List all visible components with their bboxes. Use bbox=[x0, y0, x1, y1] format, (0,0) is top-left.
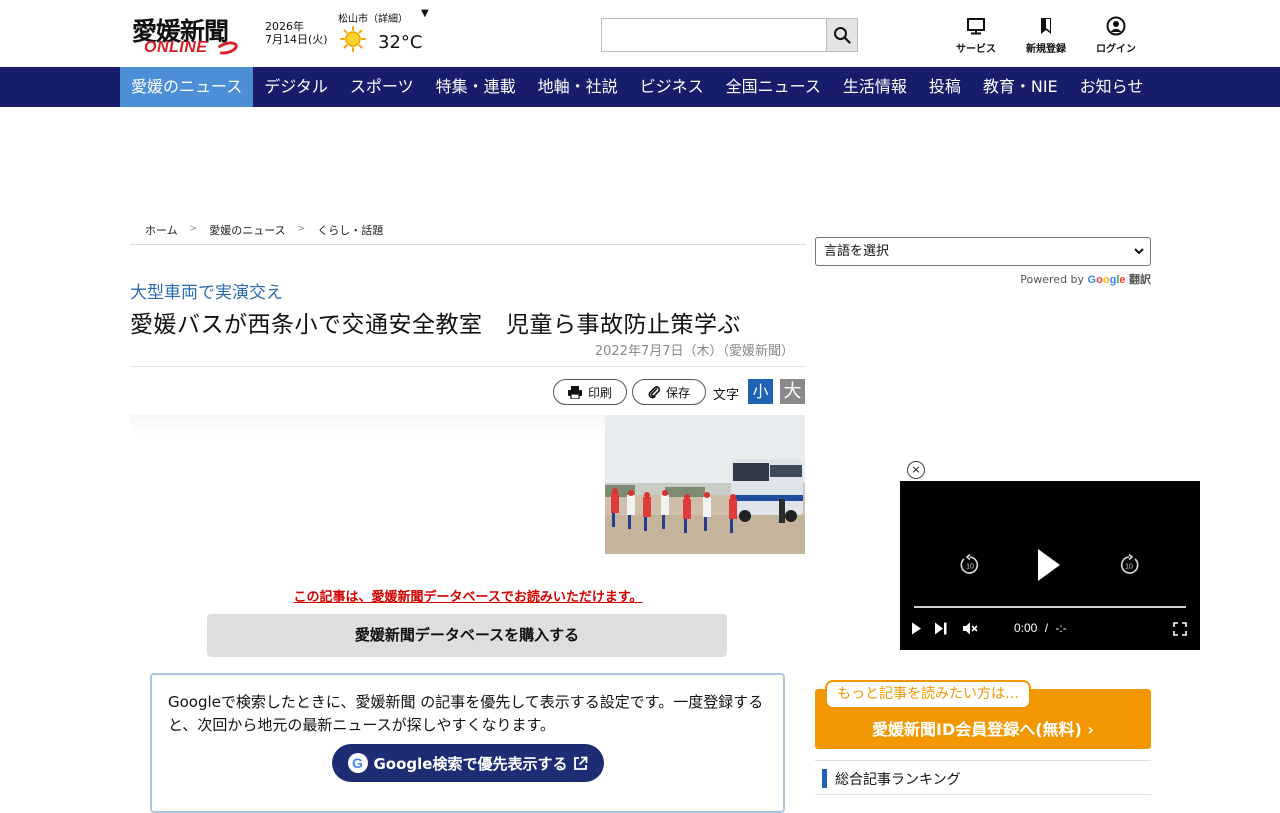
service-button[interactable]: サービス bbox=[941, 15, 1011, 55]
google-preferred-button[interactable]: G Google検索で優先表示する bbox=[332, 744, 604, 782]
breadcrumb: ホーム > 愛媛のニュース > くらし・話題 bbox=[130, 222, 806, 245]
play-icon[interactable] bbox=[1036, 548, 1062, 582]
paperclip-icon bbox=[648, 386, 660, 399]
nav-item-features[interactable]: 特集・連載 bbox=[425, 67, 527, 107]
nav-item-national-news[interactable]: 全国ニュース bbox=[715, 67, 832, 107]
date-day: 7月14日(火) bbox=[265, 33, 328, 46]
nav-item-digital[interactable]: デジタル bbox=[253, 67, 339, 107]
google-preferred-source-box: Googleで検索したときに、愛媛新聞 の記事を優先して表示する設定です。一度登… bbox=[150, 673, 785, 813]
current-date: 2026年 7月14日(火) bbox=[265, 20, 328, 46]
video-close-button[interactable]: × bbox=[907, 461, 925, 479]
video-player[interactable]: 10 10 0:00 / -:- bbox=[900, 481, 1200, 650]
google-letter: o bbox=[1096, 274, 1103, 286]
ranking-header: 総合記事ランキング bbox=[815, 760, 1151, 795]
nav-item-sports[interactable]: スポーツ bbox=[339, 67, 425, 107]
nav-item-editorials[interactable]: 地軸・社説 bbox=[527, 67, 629, 107]
nav-item-submissions[interactable]: 投稿 bbox=[918, 67, 972, 107]
translate-label[interactable]: 翻訳 bbox=[1129, 273, 1151, 286]
google-preferred-text: Googleで検索したときに、愛媛新聞 の記事を優先して表示する設定です。一度登… bbox=[168, 693, 764, 734]
google-g-icon: G bbox=[347, 753, 368, 773]
breadcrumb-separator: > bbox=[297, 224, 306, 234]
print-button[interactable]: 印刷 bbox=[553, 379, 627, 405]
temperature: 32°C bbox=[378, 32, 423, 53]
printer-icon bbox=[567, 385, 582, 399]
forward-10-label: 10 bbox=[1125, 564, 1133, 571]
save-label: 保存 bbox=[665, 385, 690, 400]
chevron-down-icon bbox=[1134, 248, 1144, 255]
main-nav: 愛媛のニュース デジタル スポーツ 特集・連載 地軸・社説 ビジネス 全国ニュー… bbox=[0, 67, 1280, 107]
register-label: 新規登録 bbox=[1026, 44, 1066, 55]
powered-by-label: Powered by bbox=[1020, 273, 1085, 286]
language-select-value: 言語を選択 bbox=[824, 244, 890, 259]
article-subtitle: 大型車両で実演交え bbox=[130, 283, 283, 303]
article-fade bbox=[130, 415, 605, 435]
nav-item-notices[interactable]: お知らせ bbox=[1069, 67, 1155, 107]
language-select[interactable]: 言語を選択 bbox=[815, 237, 1151, 266]
breadcrumb-home[interactable]: ホーム bbox=[130, 222, 178, 244]
nav-item-education[interactable]: 教育・NIE bbox=[972, 67, 1069, 107]
breadcrumb-lifestyle[interactable]: くらし・話題 bbox=[305, 222, 383, 244]
google-letter: G bbox=[1087, 274, 1097, 286]
article-divider bbox=[130, 366, 806, 367]
weather-city-link[interactable]: 松山市（詳細） bbox=[338, 10, 408, 25]
search-button[interactable] bbox=[826, 18, 858, 52]
site-logo[interactable]: 愛媛新聞 ONLINE bbox=[132, 12, 252, 58]
member-promo-bubble: もっと記事を読みたい方は… bbox=[825, 680, 1031, 709]
member-register-label: 愛媛新聞ID会員登録へ(無料) › bbox=[871, 720, 1095, 739]
replay-10-icon[interactable]: 10 bbox=[959, 554, 981, 576]
weather-caret-icon[interactable]: ▼ bbox=[421, 8, 429, 19]
logo-text-online: ONLINE bbox=[144, 39, 208, 56]
service-label: サービス bbox=[956, 44, 996, 55]
video-time-current: 0:00 bbox=[1014, 621, 1038, 635]
article-photo[interactable] bbox=[605, 415, 805, 554]
search-icon bbox=[834, 27, 851, 44]
forward-10-icon[interactable]: 10 bbox=[1118, 554, 1140, 576]
font-size-small-button[interactable]: 小 bbox=[748, 379, 773, 404]
site-header: 愛媛新聞 ONLINE 2026年 7月14日(火) 松山市（詳細） ▼ 32°… bbox=[0, 0, 1280, 67]
breadcrumb-ehime-news[interactable]: 愛媛のニュース bbox=[197, 222, 285, 244]
video-progress-bar[interactable] bbox=[914, 606, 1186, 608]
google-preferred-label: Google検索で優先表示する bbox=[373, 754, 568, 773]
external-link-icon bbox=[574, 756, 588, 770]
login-label: ログイン bbox=[1096, 44, 1136, 55]
fullscreen-icon[interactable] bbox=[1173, 622, 1187, 636]
ranking-title: 総合記事ランキング bbox=[835, 772, 961, 788]
search-input[interactable] bbox=[601, 18, 827, 52]
database-purchase-button[interactable]: 愛媛新聞データベースを購入する bbox=[207, 614, 727, 657]
nav-item-life-info[interactable]: 生活情報 bbox=[832, 67, 918, 107]
login-icon bbox=[1106, 16, 1126, 36]
font-size-label: 文字 bbox=[713, 388, 740, 403]
database-notice-link[interactable]: この記事は、愛媛新聞データベースでお読みいただけます。 bbox=[130, 586, 806, 605]
google-letter: o bbox=[1102, 274, 1110, 286]
login-button[interactable]: ログイン bbox=[1081, 15, 1151, 55]
register-button[interactable]: 新規登録 bbox=[1011, 15, 1081, 55]
breadcrumb-separator: > bbox=[189, 224, 198, 234]
mute-icon[interactable] bbox=[962, 621, 978, 636]
nav-item-ehime-news[interactable]: 愛媛のニュース bbox=[120, 67, 254, 107]
replay-10-label: 10 bbox=[966, 564, 974, 571]
date-year: 2026年 bbox=[265, 20, 304, 33]
print-label: 印刷 bbox=[587, 385, 612, 400]
play-small-icon[interactable] bbox=[911, 622, 922, 635]
service-icon bbox=[967, 18, 985, 35]
video-time-total: -:- bbox=[1055, 621, 1067, 635]
powered-by-google-translate: Powered by Google 翻訳 bbox=[900, 271, 1151, 287]
video-time: 0:00 / -:- bbox=[1014, 621, 1067, 635]
save-button[interactable]: 保存 bbox=[632, 379, 706, 405]
article-title: 愛媛バスが西条小で交通安全教室 児童ら事故防止策学ぶ bbox=[130, 312, 741, 338]
google-letter: e bbox=[1119, 274, 1126, 286]
nav-item-business[interactable]: ビジネス bbox=[629, 67, 715, 107]
google-wordmark: Google bbox=[1088, 274, 1126, 286]
next-icon[interactable] bbox=[934, 622, 948, 635]
video-time-separator: / bbox=[1044, 621, 1049, 635]
article-date: 2022年7月7日（木）（愛媛新聞） bbox=[594, 344, 794, 359]
font-size-large-button[interactable]: 大 bbox=[780, 379, 805, 404]
ranking-marker bbox=[822, 769, 827, 788]
register-icon bbox=[1041, 18, 1051, 34]
sun-icon bbox=[340, 26, 366, 52]
